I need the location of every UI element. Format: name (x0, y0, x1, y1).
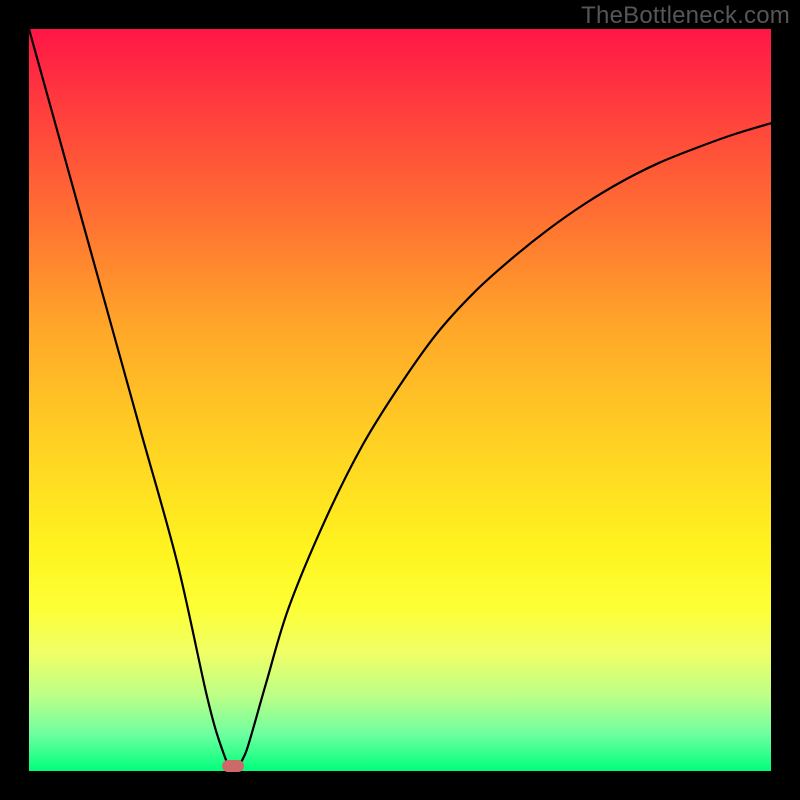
chart-frame: TheBottleneck.com (0, 0, 800, 800)
watermark-text: TheBottleneck.com (581, 2, 790, 30)
plot-area (29, 29, 771, 771)
bottleneck-curve (29, 29, 771, 771)
minimum-marker (222, 760, 244, 772)
